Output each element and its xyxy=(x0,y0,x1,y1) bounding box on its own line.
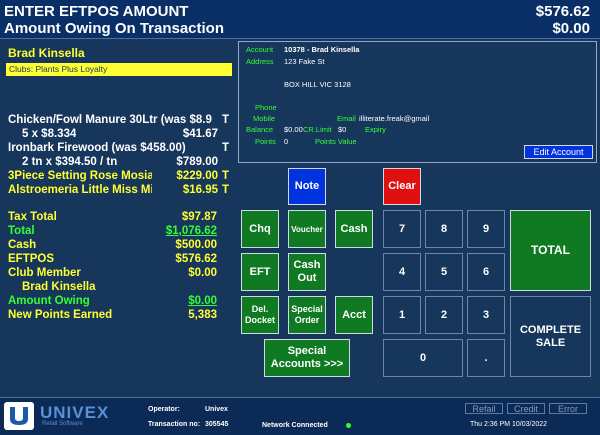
account-details-panel: Account 10378 - Brad Kinsella Address 12… xyxy=(238,41,597,163)
expiry-label: Expiry xyxy=(365,125,386,134)
totals-value: $97.87 xyxy=(181,211,217,223)
keypad-key-4[interactable]: 4 xyxy=(383,253,421,291)
univex-logo-icon xyxy=(4,402,34,430)
line-item-amount: $789.00 xyxy=(176,156,218,168)
points-label: Points xyxy=(255,137,276,146)
special-order-button[interactable]: Special Order xyxy=(288,296,326,334)
line-item-desc: 5 x $8.334 xyxy=(22,128,77,140)
line-item-desc: Chicken/Fowl Manure 30Ltr (was $8.9 xyxy=(8,114,212,126)
line-item-desc: Alstroemeria Little Miss Mix 140 xyxy=(8,184,152,196)
account-label: Account xyxy=(246,45,274,54)
totals-label: Club Member xyxy=(8,267,81,279)
totals-value: $0.00 xyxy=(188,267,217,279)
mobile-label: Mobile xyxy=(253,114,276,123)
total-button[interactable]: TOTAL xyxy=(510,210,591,291)
amount-owing: $0.00 xyxy=(552,20,590,37)
keypad-key-9[interactable]: 9 xyxy=(467,210,505,248)
brand-subtitle: Retail Software xyxy=(42,421,83,427)
eftpos-amount: $576.62 xyxy=(535,3,590,20)
line-item-amount: $229.00 xyxy=(176,170,218,182)
line-item-tax-flag: T xyxy=(222,142,230,154)
totals-label: Cash xyxy=(8,239,37,251)
line-item: Ironbark Firewood (was $458.00) T xyxy=(0,141,236,155)
account-value: 10378 - Brad Kinsella xyxy=(284,45,360,54)
keypad-key-5[interactable]: 5 xyxy=(425,253,463,291)
operator-value: Univex xyxy=(205,406,228,413)
keypad-key-1[interactable]: 1 xyxy=(383,296,421,334)
brand-name: UNIVEX xyxy=(40,403,110,422)
eft-button[interactable]: EFT xyxy=(241,253,279,291)
club-badge: Clubs: Plants Plus Loyalty xyxy=(6,63,232,76)
keypad-key-6[interactable]: 6 xyxy=(467,253,505,291)
keypad-key-7[interactable]: 7 xyxy=(383,210,421,248)
line-item: Chicken/Fowl Manure 30Ltr (was $8.9 T xyxy=(0,113,236,127)
line-item-amount: $41.67 xyxy=(182,128,218,140)
totals-value: $576.62 xyxy=(175,253,217,265)
cash-out-button[interactable]: Cash Out xyxy=(288,253,326,291)
line-item: 5 x $8.334 $41.67 xyxy=(0,127,236,141)
del-docket-button[interactable]: Del. Docket xyxy=(241,296,279,334)
totals-value: $500.00 xyxy=(175,239,217,251)
crlimit-label: CR.Limit xyxy=(303,125,332,134)
note-button[interactable]: Note xyxy=(288,168,326,205)
transaction-label: Transaction no: xyxy=(148,421,201,428)
totals-label: Total xyxy=(8,225,35,237)
line-item-tax-flag: T xyxy=(222,184,230,196)
line-item: 3Piece Setting Rose Mosiac $229.00 T xyxy=(0,169,236,183)
operator-label: Operator: xyxy=(148,406,180,413)
balance-label: Balance xyxy=(246,125,274,134)
line-item-desc: Ironbark Firewood (was $458.00) xyxy=(8,142,186,154)
customer-name: Brad Kinsella xyxy=(8,46,85,60)
voucher-button[interactable]: Voucher xyxy=(288,210,326,248)
points-value: 0 xyxy=(284,137,289,146)
refail-button[interactable]: Refail xyxy=(465,403,503,414)
line-item-desc: 2 tn x $394.50 / tn xyxy=(22,156,118,168)
address-label: Address xyxy=(246,57,274,66)
status-bar: UNIVEX Retail Software Operator: Univex … xyxy=(0,397,600,435)
address-line2: BOX HILL VIC 3128 xyxy=(284,80,351,89)
header-bar: ENTER EFTPOS AMOUNT Amount Owing On Tran… xyxy=(0,0,600,39)
line-item-tax-flag: T xyxy=(222,114,230,126)
totals-value: $1,076.62 xyxy=(165,225,217,237)
totals-label: Tax Total xyxy=(8,211,57,223)
totals-label: Brad Kinsella xyxy=(22,281,96,293)
totals-value: $0.00 xyxy=(188,295,217,307)
keypad-key-2[interactable]: 2 xyxy=(425,296,463,334)
balance-value: $0.00 xyxy=(284,125,303,134)
cash-button[interactable]: Cash xyxy=(335,210,373,248)
line-item-desc: 3Piece Setting Rose Mosiac xyxy=(8,170,152,182)
complete-sale-button[interactable]: COMPLETE SALE xyxy=(510,296,591,377)
keypad-key-0[interactable]: 0 xyxy=(383,339,463,377)
credit-button[interactable]: Credit xyxy=(507,403,545,414)
datetime: Thu 2:36 PM 10/03/2022 xyxy=(470,421,548,428)
keypad-key-3[interactable]: 3 xyxy=(467,296,505,334)
chq-button[interactable]: Chq xyxy=(241,210,279,248)
error-button[interactable]: Error xyxy=(549,403,587,414)
line-item-tax-flag: T xyxy=(222,170,230,182)
special-accounts-button[interactable]: Special Accounts >>> xyxy=(264,339,350,377)
address-line1: 123 Fake St xyxy=(284,57,325,66)
line-item-amount: $16.95 xyxy=(182,184,218,196)
prompt-subtitle: Amount Owing On Transaction xyxy=(4,20,225,37)
prompt-title: ENTER EFTPOS AMOUNT xyxy=(4,3,189,20)
points-value-label: Points Value xyxy=(315,137,357,146)
acct-button[interactable]: Acct xyxy=(335,296,373,334)
email-value: illiterate.freak@gmail xyxy=(359,114,430,123)
totals-label: EFTPOS xyxy=(8,253,55,265)
clear-button[interactable]: Clear xyxy=(383,168,421,205)
edit-account-button[interactable]: Edit Account xyxy=(524,145,593,159)
totals-value: 5,383 xyxy=(188,309,217,321)
email-label: Email xyxy=(337,114,356,123)
totals-label: New Points Earned xyxy=(8,309,113,321)
keypad-key-8[interactable]: 8 xyxy=(425,210,463,248)
keypad-decimal[interactable]: . xyxy=(467,339,505,377)
totals-label: Amount Owing xyxy=(8,295,90,307)
line-item: Alstroemeria Little Miss Mix 140 $16.95 T xyxy=(0,183,236,197)
crlimit-value: $0 xyxy=(338,125,347,134)
line-item: 2 tn x $394.50 / tn $789.00 xyxy=(0,155,236,169)
network-status: Network Connected xyxy=(262,422,328,429)
network-status-dot xyxy=(346,423,351,428)
transaction-value: 305545 xyxy=(205,421,229,428)
phone-label: Phone xyxy=(255,103,277,112)
